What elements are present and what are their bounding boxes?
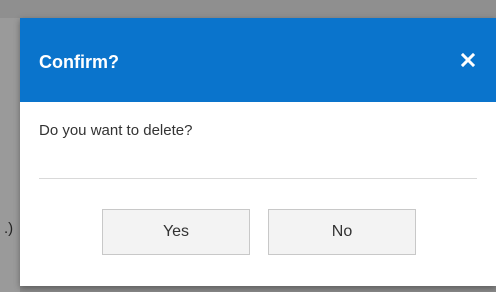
close-icon bbox=[461, 53, 475, 67]
background-left-area bbox=[0, 18, 20, 292]
dialog-divider bbox=[39, 178, 477, 179]
yes-button[interactable]: Yes bbox=[102, 209, 250, 255]
close-button[interactable] bbox=[456, 48, 480, 72]
dialog-header: Confirm? bbox=[20, 18, 496, 102]
dialog-message: Do you want to delete? bbox=[39, 122, 193, 139]
confirm-dialog: Confirm? Do you want to delete? Yes No bbox=[20, 18, 496, 286]
dialog-title: Confirm? bbox=[39, 52, 119, 72]
no-button[interactable]: No bbox=[268, 209, 416, 255]
background-top-strip bbox=[0, 0, 496, 18]
background-text-fragment: .) bbox=[4, 220, 14, 237]
